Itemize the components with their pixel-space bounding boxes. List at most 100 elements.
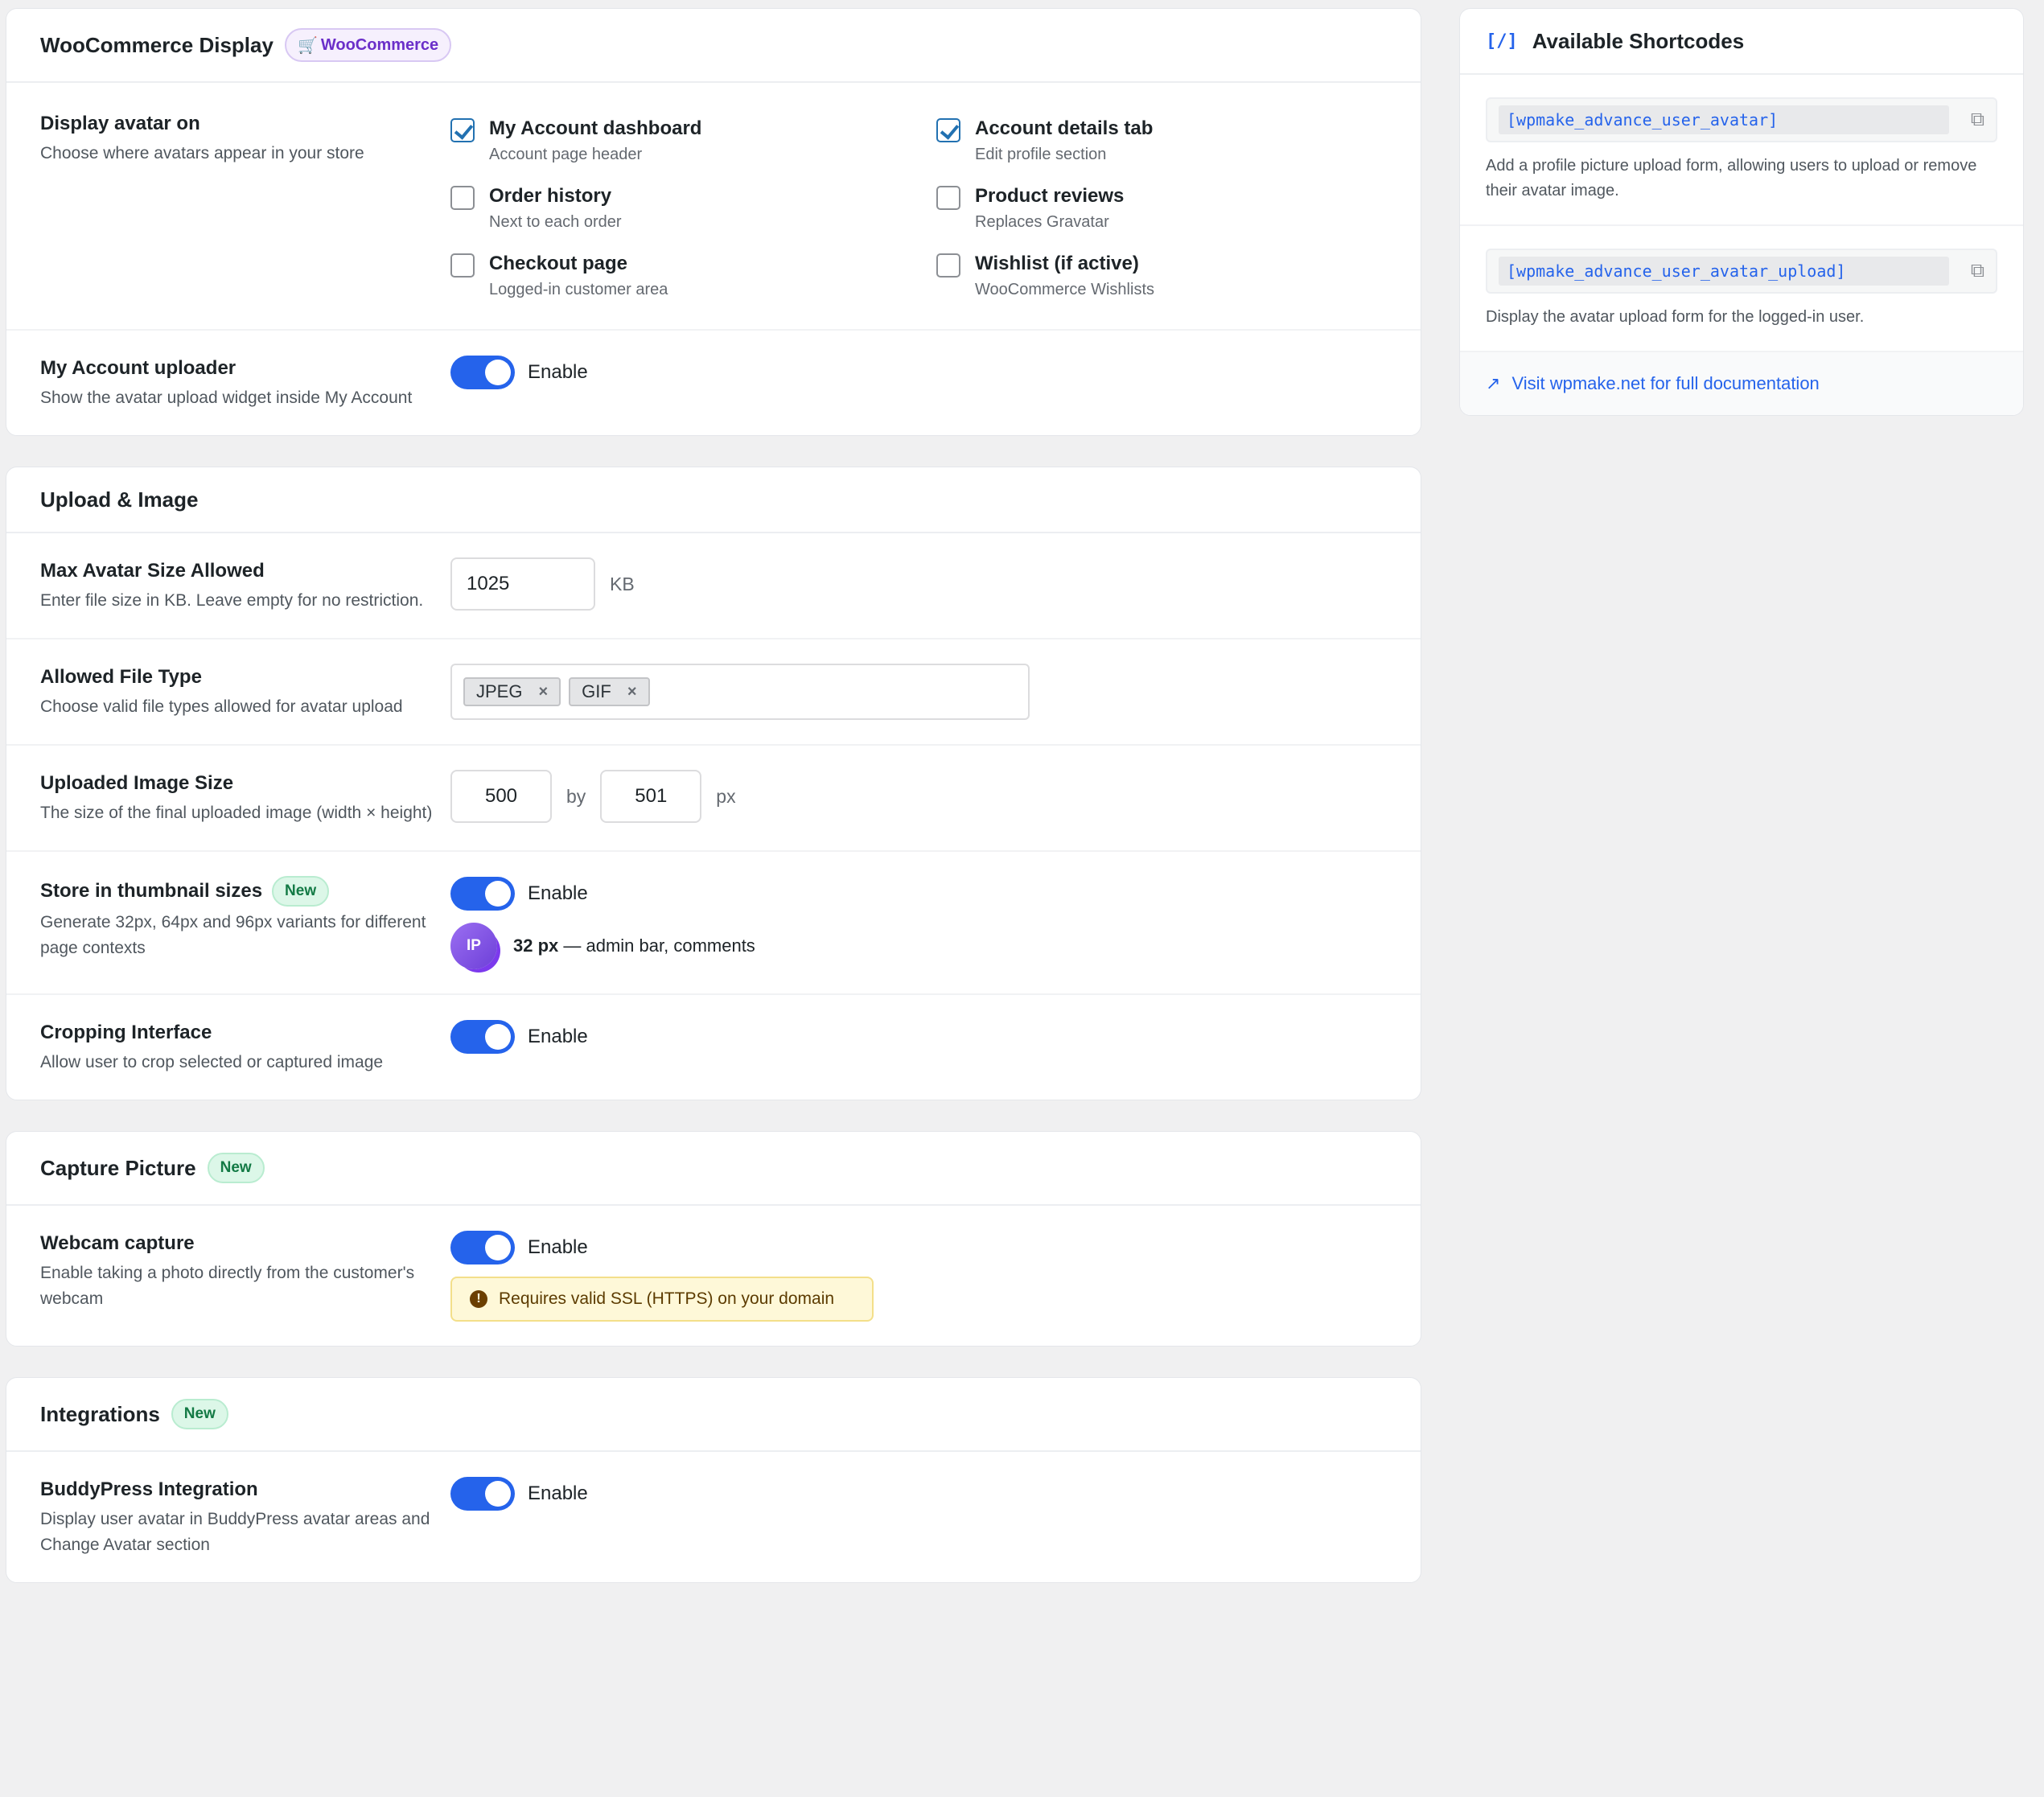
- file-type-tag: GIF ×: [569, 677, 650, 706]
- remove-tag-icon[interactable]: ×: [538, 683, 548, 701]
- webcam-desc: Enable taking a photo directly from the …: [40, 1264, 415, 1308]
- new-badge: New: [171, 1399, 228, 1429]
- preview-size: 32 px: [513, 936, 559, 956]
- file-type-tag: JPEG ×: [463, 677, 561, 706]
- integrations-header: Integrations New: [6, 1378, 1421, 1452]
- px-unit: px: [716, 785, 736, 807]
- toggle-knob: [485, 360, 511, 385]
- shortcodes-header: [/] Available Shortcodes: [1460, 9, 2023, 75]
- toggle-label: Enable: [528, 1482, 588, 1504]
- my-account-uploader-row: My Account uploader Show the avatar uplo…: [6, 331, 1421, 435]
- documentation-link[interactable]: Visit wpmake.net for full documentation: [1511, 373, 1819, 394]
- buddypress-desc: Display user avatar in BuddyPress avatar…: [40, 1510, 430, 1554]
- checkbox-checkout-page[interactable]: [450, 253, 475, 278]
- buddypress-row: BuddyPress Integration Display user avat…: [6, 1452, 1421, 1582]
- option-order-history[interactable]: Order history Next to each order: [450, 183, 936, 234]
- image-height-input[interactable]: [600, 770, 702, 823]
- uploader-desc: Show the avatar upload widget inside My …: [40, 389, 413, 407]
- sidebar: [/] Available Shortcodes [wpmake_advance…: [1459, 8, 2024, 416]
- image-size-desc: The size of the final uploaded image (wi…: [40, 804, 433, 822]
- max-size-input[interactable]: [450, 557, 595, 611]
- thumbnail-toggle[interactable]: [450, 877, 515, 911]
- display-avatar-title: Display avatar on: [40, 113, 200, 134]
- woocommerce-display-card: WooCommerce Display 🛒 WooCommerce Displa…: [6, 8, 1421, 436]
- new-badge: New: [207, 1153, 265, 1183]
- toggle-label: Enable: [528, 882, 588, 904]
- checkbox-product-reviews[interactable]: [936, 186, 960, 210]
- checkbox-order-history[interactable]: [450, 186, 475, 210]
- toggle-knob: [485, 1481, 511, 1507]
- option-product-reviews[interactable]: Product reviews Replaces Gravatar: [936, 183, 1387, 234]
- shortcode-box: [wpmake_advance_user_avatar_upload] ⧉: [1486, 249, 1997, 294]
- thumbnail-row: Store in thumbnail sizes New Generate 32…: [6, 852, 1421, 995]
- toggle-label: Enable: [528, 1026, 588, 1047]
- ssl-warning: ! Requires valid SSL (HTTPS) on your dom…: [450, 1277, 874, 1322]
- max-size-row: Max Avatar Size Allowed Enter file size …: [6, 533, 1421, 639]
- toggle-knob: [485, 881, 511, 907]
- cropping-desc: Allow user to crop selected or captured …: [40, 1053, 384, 1071]
- woocommerce-badge: 🛒 WooCommerce: [284, 28, 452, 62]
- code-icon: [/]: [1486, 31, 1518, 51]
- capture-picture-header: Capture Picture New: [6, 1132, 1421, 1206]
- file-type-select[interactable]: JPEG × GIF ×: [450, 664, 1030, 720]
- warning-text: Requires valid SSL (HTTPS) on your domai…: [499, 1289, 835, 1308]
- avatar: IP: [450, 923, 497, 969]
- option-account-details-tab[interactable]: Account details tab Edit profile section: [936, 115, 1387, 167]
- thumbnail-desc: Generate 32px, 64px and 96px variants fo…: [40, 913, 426, 957]
- toggle-knob: [485, 1235, 511, 1260]
- shortcode-item: [wpmake_advance_user_avatar] ⧉ Add a pro…: [1460, 75, 2023, 226]
- checkbox-wishlist[interactable]: [936, 253, 960, 278]
- option-my-account-dashboard[interactable]: My Account dashboard Account page header: [450, 115, 936, 167]
- shortcode-desc: Display the avatar upload form for the l…: [1486, 308, 1865, 326]
- display-avatar-row: Display avatar on Choose where avatars a…: [6, 83, 1421, 331]
- thumbnail-title: Store in thumbnail sizes New: [40, 876, 434, 907]
- remove-tag-icon[interactable]: ×: [627, 683, 637, 701]
- buddypress-toggle[interactable]: [450, 1477, 515, 1511]
- image-size-title: Uploaded Image Size: [40, 772, 234, 794]
- uploader-toggle[interactable]: [450, 356, 515, 389]
- image-size-row: Uploaded Image Size The size of the fina…: [6, 746, 1421, 852]
- copy-icon[interactable]: ⧉: [1971, 260, 1984, 282]
- cropping-row: Cropping Interface Allow user to crop se…: [6, 995, 1421, 1100]
- checkbox-account-details-tab[interactable]: [936, 118, 960, 142]
- preview-context: — admin bar, comments: [558, 936, 755, 956]
- shortcode-box: [wpmake_advance_user_avatar] ⧉: [1486, 97, 1997, 142]
- display-avatar-desc: Choose where avatars appear in your stor…: [40, 144, 364, 162]
- toggle-knob: [485, 1024, 511, 1050]
- woocommerce-display-header: WooCommerce Display 🛒 WooCommerce: [6, 9, 1421, 83]
- shortcode-code[interactable]: [wpmake_advance_user_avatar]: [1499, 105, 1949, 134]
- capture-picture-card: Capture Picture New Webcam capture Enabl…: [6, 1131, 1421, 1347]
- upload-image-card: Upload & Image Max Avatar Size Allowed E…: [6, 467, 1421, 1100]
- shortcodes-title: Available Shortcodes: [1532, 28, 1745, 53]
- section-title: Upload & Image: [40, 487, 199, 512]
- max-size-desc: Enter file size in KB. Leave empty for n…: [40, 591, 424, 610]
- new-badge: New: [272, 876, 330, 907]
- shortcodes-card: [/] Available Shortcodes [wpmake_advance…: [1459, 8, 2024, 416]
- alert-icon: !: [470, 1290, 487, 1308]
- shortcode-code[interactable]: [wpmake_advance_user_avatar_upload]: [1499, 257, 1949, 286]
- cropping-title: Cropping Interface: [40, 1022, 212, 1043]
- max-size-title: Max Avatar Size Allowed: [40, 560, 265, 582]
- image-width-input[interactable]: [450, 770, 552, 823]
- toggle-label: Enable: [528, 361, 588, 383]
- cart-icon: 🛒: [297, 36, 318, 55]
- file-type-desc: Choose valid file types allowed for avat…: [40, 697, 403, 716]
- cropping-toggle[interactable]: [450, 1020, 515, 1054]
- section-title: Capture Picture: [40, 1155, 196, 1180]
- checkbox-my-account-dashboard[interactable]: [450, 118, 475, 142]
- settings-main: WooCommerce Display 🛒 WooCommerce Displa…: [6, 8, 1421, 1614]
- section-title: WooCommerce Display: [40, 32, 273, 57]
- copy-icon[interactable]: ⧉: [1971, 109, 1984, 131]
- webcam-title: Webcam capture: [40, 1232, 195, 1254]
- section-title: Integrations: [40, 1401, 160, 1426]
- integrations-card: Integrations New BuddyPress Integration …: [6, 1377, 1421, 1583]
- shortcode-desc: Add a profile picture upload form, allow…: [1486, 157, 1977, 199]
- thumbnail-preview: IP 32 px — admin bar, comments: [450, 923, 1421, 969]
- uploader-title: My Account uploader: [40, 357, 236, 379]
- buddypress-title: BuddyPress Integration: [40, 1478, 258, 1500]
- option-checkout-page[interactable]: Checkout page Logged-in customer area: [450, 250, 936, 302]
- shortcode-item: [wpmake_advance_user_avatar_upload] ⧉ Di…: [1460, 226, 2023, 352]
- option-wishlist[interactable]: Wishlist (if active) WooCommerce Wishlist…: [936, 250, 1387, 302]
- toggle-label: Enable: [528, 1236, 588, 1258]
- webcam-toggle[interactable]: [450, 1231, 515, 1264]
